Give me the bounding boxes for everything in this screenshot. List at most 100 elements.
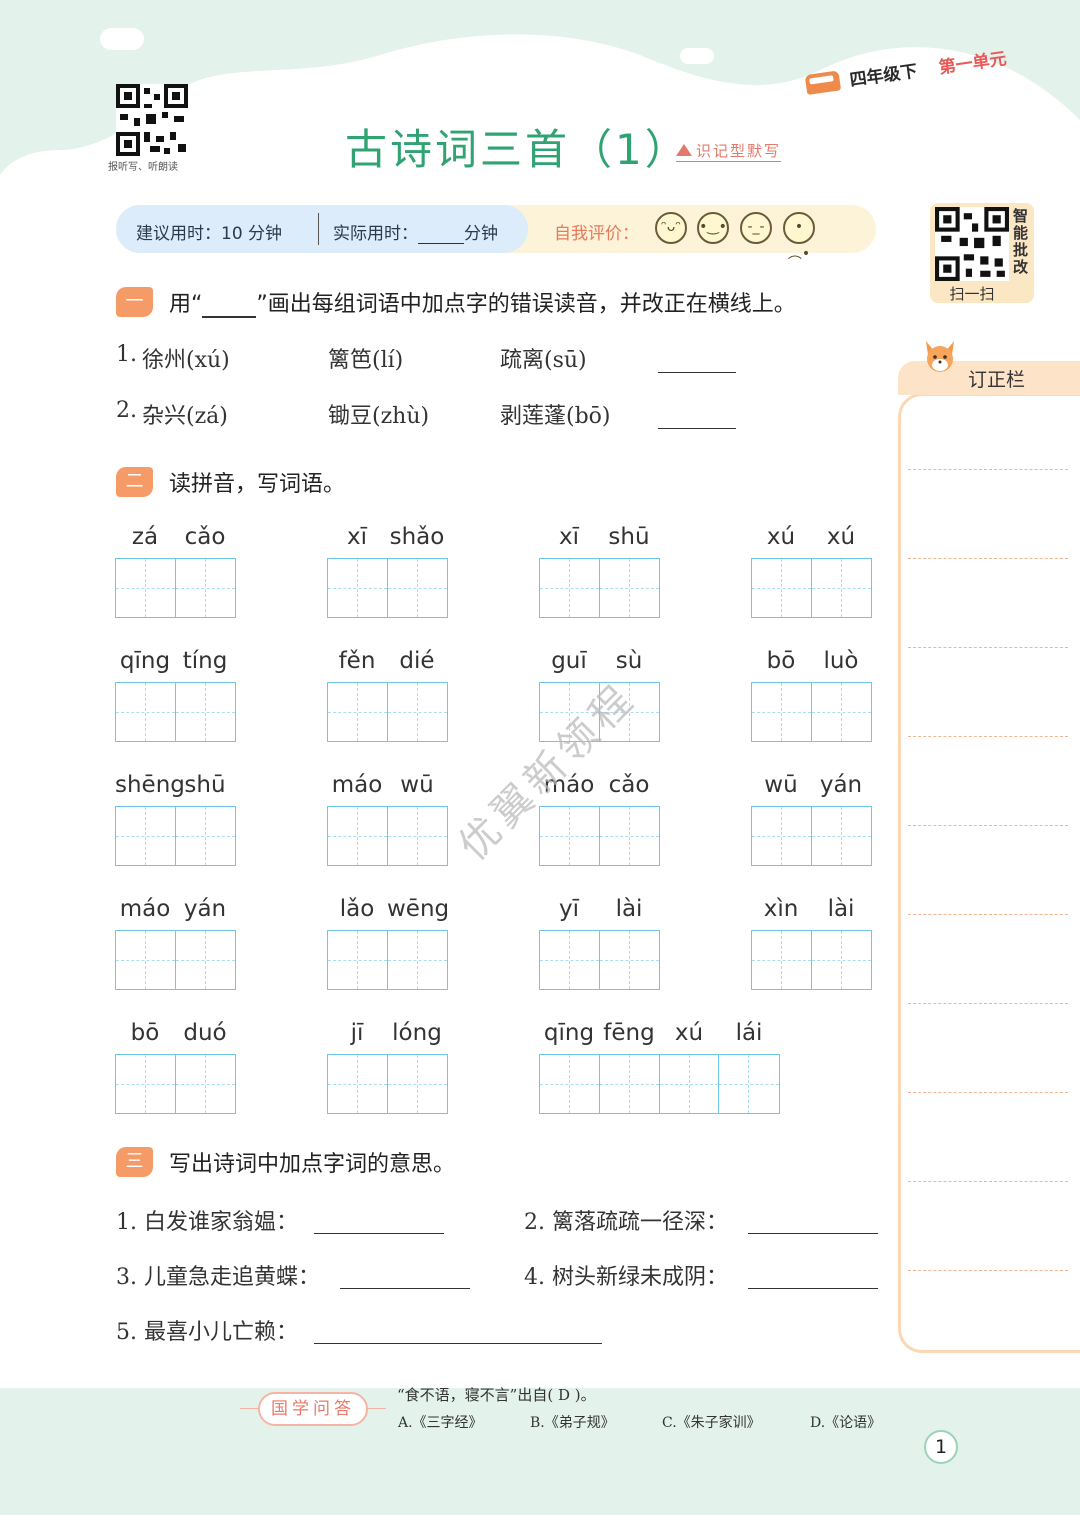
smart-grading-qr[interactable]: 智 能 批 改 扫一扫 [930,203,1034,303]
smile-big-icon[interactable]: ᵔᴗᵔ [655,212,687,244]
writing-square[interactable] [811,807,872,865]
writing-square[interactable] [116,683,176,741]
writing-grid[interactable] [327,930,448,990]
writing-grid[interactable] [327,682,448,742]
writing-square[interactable] [599,931,660,989]
writing-square[interactable] [387,931,448,989]
cloud-decoration [680,48,714,64]
writing-square[interactable] [811,559,872,617]
writing-square[interactable] [175,559,236,617]
writing-square[interactable] [387,559,448,617]
writing-square[interactable] [328,559,388,617]
writing-square[interactable] [540,807,600,865]
correction-line [908,1003,1068,1004]
section-2-heading: 二 读拼音，写词语。 [116,466,345,498]
writing-square[interactable] [328,931,388,989]
writing-square[interactable] [540,1055,600,1113]
page-title: 古诗词三首（1） [345,125,690,174]
s3-item-4: 4. 树头新绿未成阴： [524,1265,728,1290]
cloud-decoration [100,28,144,50]
neutral-icon[interactable]: -_- [740,212,772,244]
pinyin-label: wū [400,772,434,798]
writing-grid[interactable] [539,1054,780,1114]
writing-square[interactable] [599,1055,660,1113]
writing-grid[interactable] [751,558,872,618]
s3-item-1-answer[interactable] [314,1233,444,1234]
writing-square[interactable] [599,559,660,617]
writing-square[interactable] [599,807,660,865]
writing-grid[interactable] [539,558,660,618]
quiz-option-d[interactable]: D.《论语》 [810,1412,881,1432]
s3-item-4-answer[interactable] [748,1288,878,1289]
writing-square[interactable] [811,931,872,989]
writing-square[interactable] [540,559,600,617]
writing-grid[interactable] [327,558,448,618]
writing-square[interactable] [175,683,236,741]
correction-panel[interactable] [898,393,1080,1353]
qr-code-icon [116,84,188,156]
s1-row1-answer[interactable] [658,372,736,373]
writing-grid[interactable] [327,1054,448,1114]
writing-square[interactable] [116,931,176,989]
writing-square[interactable] [659,1055,720,1113]
sad-icon[interactable]: •︵• [783,212,815,262]
smile-icon[interactable]: •‿• [697,212,729,244]
fox-icon [926,341,954,372]
pinyin-label: fēng [603,1020,655,1046]
writing-square[interactable] [328,807,388,865]
correction-line [908,914,1068,915]
writing-square[interactable] [387,807,448,865]
writing-square[interactable] [116,559,176,617]
writing-square[interactable] [116,1055,176,1113]
writing-square[interactable] [116,807,176,865]
pinyin-label: cǎo [608,772,650,798]
writing-grid[interactable] [751,806,872,866]
quiz-option-c[interactable]: C.《朱子家训》 [662,1412,761,1432]
actual-time-blank[interactable] [418,226,464,244]
instruction-suffix: ”画出每组词语中加点字的错误读音，并改正在横线上。 [256,292,796,317]
writing-grid[interactable] [115,682,236,742]
writing-square[interactable] [175,1055,236,1113]
writing-square[interactable] [752,559,812,617]
writing-grid[interactable] [115,806,236,866]
writing-square[interactable] [752,683,812,741]
writing-square[interactable] [328,1055,388,1113]
writing-square[interactable] [175,931,236,989]
writing-square[interactable] [175,807,236,865]
writing-square[interactable] [387,1055,448,1113]
page-subtitle: 识记型默写 [676,140,782,162]
smart-char: 智 [1013,207,1029,225]
writing-grid[interactable] [539,806,660,866]
s3-item-2-answer[interactable] [748,1233,878,1234]
pinyin-label: xú [674,1020,704,1046]
s3-item-3-answer[interactable] [340,1288,470,1289]
writing-square[interactable] [387,683,448,741]
page-number: 1 [924,1430,958,1464]
writing-square[interactable] [752,807,812,865]
s3-item-1: 1. 白发谁家翁媪： [116,1210,298,1235]
writing-square[interactable] [811,683,872,741]
qr-code-listen[interactable] [116,84,188,156]
writing-square[interactable] [752,931,812,989]
writing-square[interactable] [719,1055,779,1113]
section-badge: 二 [116,467,153,497]
writing-square[interactable] [328,683,388,741]
pinyin-label: shēng [115,772,185,798]
writing-grid[interactable] [115,1054,236,1114]
writing-square[interactable] [540,931,600,989]
pinyin-label: duó [183,1020,227,1046]
s1-row1-c: 疏离(sū) [500,348,587,373]
writing-grid[interactable] [751,930,872,990]
writing-grid[interactable] [327,806,448,866]
correction-line [908,736,1068,737]
quiz-option-a[interactable]: A.《三字经》 [398,1412,483,1432]
writing-grid[interactable] [751,682,872,742]
s1-row2-answer[interactable] [658,428,736,429]
s3-item-5-answer[interactable] [314,1343,602,1344]
writing-grid[interactable] [115,558,236,618]
suggested-time-label: 建议用时： [136,224,221,244]
quiz-option-b[interactable]: B.《弟子规》 [530,1412,615,1432]
writing-grid[interactable] [539,930,660,990]
writing-grid[interactable] [115,930,236,990]
actual-time-label: 实际用时： [333,224,418,244]
